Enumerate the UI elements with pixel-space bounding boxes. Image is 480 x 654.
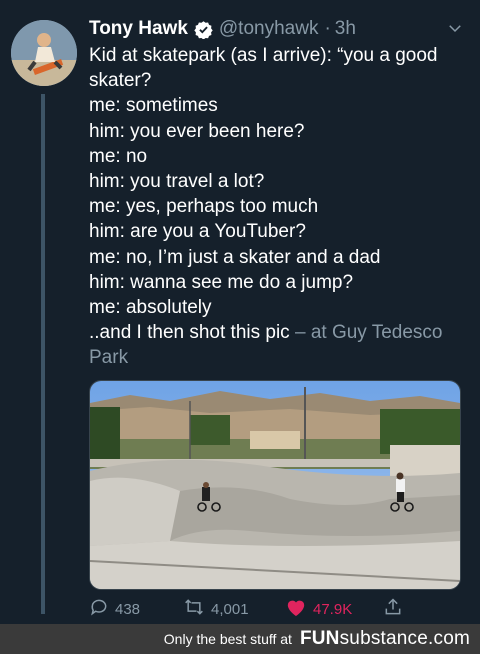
tweet-actions: 438 4,001 47.9K: [89, 597, 419, 621]
tweet-line: Kid at skatepark (as I arrive): “you a g…: [89, 45, 438, 92]
tweet-line: him: wanna see me do a jump?: [89, 271, 354, 293]
footer-brand[interactable]: FUNsubstance.com: [300, 628, 470, 650]
heart-icon: [285, 597, 307, 621]
avatar[interactable]: [11, 20, 77, 86]
time-separator: ·: [324, 18, 331, 39]
tweet-line: him: you ever been here?: [89, 120, 305, 142]
reply-icon: [89, 597, 109, 621]
tweet-photo[interactable]: [89, 380, 461, 590]
tweet-line: him: you travel a lot?: [89, 171, 265, 193]
tweet-line: me: yes, perhaps too much: [89, 196, 319, 218]
tweet-line: me: no: [89, 145, 148, 167]
tweet-line: ..and I then shot this pic: [89, 322, 290, 344]
footer-brand-bold: FUN: [299, 628, 340, 649]
verified-badge-icon: [194, 20, 213, 39]
tweet-text: Kid at skatepark (as I arrive): “you a g…: [89, 43, 467, 371]
like-count: 47.9K: [313, 600, 353, 618]
chevron-down-icon[interactable]: [446, 19, 464, 43]
retweet-count: 4,001: [211, 600, 249, 618]
retweet-button[interactable]: 4,001: [183, 597, 249, 621]
watermark-footer: Only the best stuff at FUNsubstance.com: [0, 624, 480, 654]
footer-brand-rest: substance.com: [339, 628, 470, 649]
author-handle[interactable]: @tonyhawk: [219, 18, 319, 40]
share-icon: [383, 597, 403, 621]
tweet-time[interactable]: 3h: [335, 18, 356, 40]
reply-count: 438: [115, 600, 141, 618]
share-button[interactable]: [383, 597, 403, 621]
reply-button[interactable]: 438: [89, 597, 140, 621]
author-name[interactable]: Tony Hawk: [89, 18, 188, 40]
tweet-line: me: no, I’m just a skater and a dad: [89, 246, 381, 268]
tweet-header: Tony Hawk @tonyhawk · 3h: [89, 16, 464, 42]
thread-line: [41, 94, 45, 614]
tweet-line: him: are you a YouTuber?: [89, 221, 306, 243]
tweet-line: me: absolutely: [89, 297, 212, 319]
footer-tagline: Only the best stuff at: [163, 631, 292, 647]
like-button[interactable]: 47.9K: [285, 597, 352, 621]
tweet-line: me: sometimes: [89, 95, 218, 117]
retweet-icon: [183, 597, 205, 621]
